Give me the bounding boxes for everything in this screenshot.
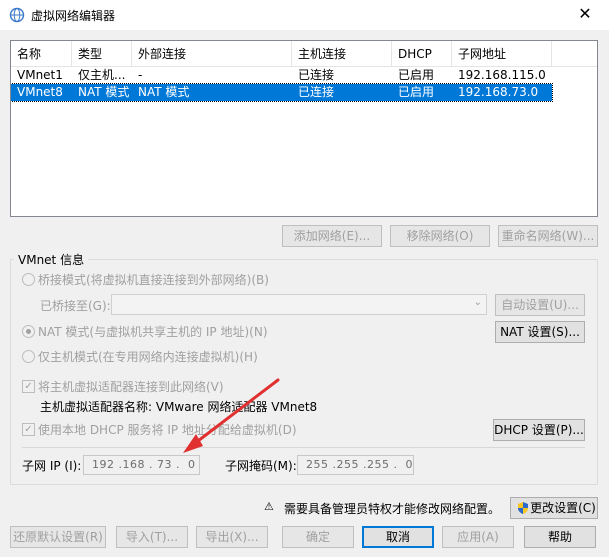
host-only-radio[interactable]: [22, 350, 35, 363]
row-name: VMnet1: [17, 68, 63, 82]
import-button[interactable]: 导入(T)...: [116, 526, 188, 548]
vmnet-info-group: [10, 259, 598, 485]
row-external: -: [138, 68, 143, 82]
row-external: NAT 模式: [138, 85, 190, 99]
dhcp-settings-button[interactable]: DHCP 设置(P)...: [493, 419, 585, 441]
ok-button[interactable]: 确定: [282, 526, 354, 548]
column-header-subnet[interactable]: 子网地址: [452, 41, 552, 67]
use-dhcp-label: 使用本地 DHCP 服务将 IP 地址分配给虚拟机(D): [38, 423, 297, 437]
restore-defaults-button[interactable]: 还原默认设置(R): [10, 526, 106, 548]
subnet-ip-label: 子网 IP (I):: [22, 459, 82, 473]
subnet-mask-field[interactable]: 255 .255 .255 . 0: [297, 455, 414, 475]
change-settings-label: 更改设置(C): [530, 501, 596, 515]
host-only-label: 仅主机模式(在专用网络内连接虚拟机)(H): [38, 350, 258, 364]
nat-label: NAT 模式(与虚拟机共享主机的 IP 地址)(N): [38, 325, 268, 339]
column-header-name[interactable]: 名称: [11, 41, 72, 67]
window-title: 虚拟网络编辑器: [31, 9, 116, 23]
column-header-host[interactable]: 主机连接: [292, 41, 392, 67]
connect-adapter-checkbox[interactable]: ✓: [22, 380, 35, 393]
chevron-down-icon: ⌄: [473, 297, 482, 308]
bridged-label: 桥接模式(将虚拟机直接连接到外部网络)(B): [38, 273, 269, 287]
row-type: 仅主机...: [78, 68, 126, 82]
adapter-name-label: 主机虚拟适配器名称: VMware 网络适配器 VMnet8: [40, 400, 318, 414]
change-settings-button[interactable]: 更改设置(C): [510, 497, 598, 519]
divider: [22, 447, 585, 448]
row-dhcp: 已启用: [398, 85, 435, 99]
shield-icon: [518, 502, 528, 514]
row-host: 已连接: [298, 85, 335, 99]
column-header-dhcp[interactable]: DHCP: [392, 41, 452, 67]
use-dhcp-checkbox[interactable]: ✓: [22, 423, 35, 436]
row-subnet: 192.168.115.0: [458, 68, 546, 82]
nat-settings-button[interactable]: NAT 设置(S)...: [495, 321, 585, 343]
subnet-ip-field[interactable]: 192 .168 . 73 . 0: [83, 455, 200, 475]
add-network-button[interactable]: 添加网络(E)...: [282, 225, 382, 247]
vmnet-info-title: VMnet 信息: [14, 251, 89, 268]
row-host: 已连接: [298, 68, 335, 82]
apply-button[interactable]: 应用(A): [442, 526, 514, 548]
title-bar: 虚拟网络编辑器 ✕: [0, 0, 609, 30]
bridged-to-select[interactable]: ⌄: [111, 294, 487, 315]
column-header-external[interactable]: 外部连接: [132, 41, 292, 67]
export-button[interactable]: 导出(X)...: [196, 526, 268, 548]
cancel-button[interactable]: 取消: [362, 526, 434, 548]
network-list[interactable]: 名称 类型 外部连接 主机连接 DHCP 子网地址 VMnet1 仅主机... …: [10, 40, 598, 217]
subnet-mask-label: 子网掩码(M):: [225, 459, 297, 473]
nat-radio[interactable]: [22, 325, 35, 338]
row-subnet: 192.168.73.0: [458, 85, 539, 99]
network-globe-icon: [9, 7, 25, 23]
row-name: VMnet8: [17, 85, 63, 99]
connect-adapter-label: 将主机虚拟适配器连接到此网络(V): [38, 380, 224, 394]
column-header-type[interactable]: 类型: [72, 41, 132, 67]
row-type: NAT 模式: [78, 85, 130, 99]
list-header: 名称 类型 外部连接 主机连接 DHCP 子网地址: [11, 41, 597, 67]
rename-network-button[interactable]: 重命名网络(W)...: [498, 225, 598, 247]
auto-settings-button[interactable]: 自动设置(U)...: [495, 294, 585, 316]
row-dhcp: 已启用: [398, 68, 435, 82]
warning-icon: ⚠: [264, 500, 274, 513]
bridged-radio[interactable]: [22, 273, 35, 286]
table-row[interactable]: VMnet1 仅主机... - 已连接 已启用 192.168.115.0: [11, 67, 597, 84]
bridged-to-label: 已桥接至(G):: [40, 299, 111, 313]
help-button[interactable]: 帮助: [524, 526, 596, 548]
admin-notice: 需要具备管理员特权才能修改网络配置。: [284, 502, 501, 516]
table-row[interactable]: VMnet8 NAT 模式 NAT 模式 已连接 已启用 192.168.73.…: [11, 83, 553, 102]
remove-network-button[interactable]: 移除网络(O): [390, 225, 490, 247]
close-icon[interactable]: ✕: [575, 4, 595, 24]
